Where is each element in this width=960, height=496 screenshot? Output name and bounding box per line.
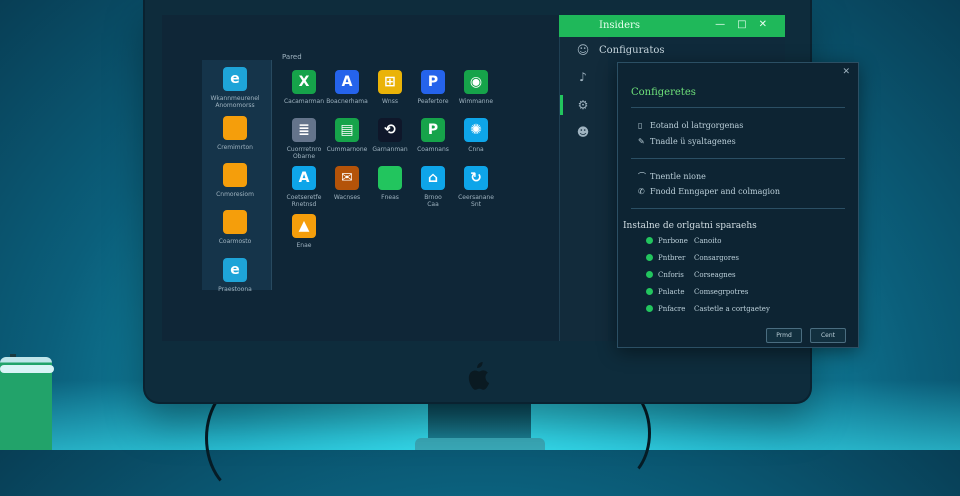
pinned-app-tile[interactable]: Cremimrton [199,116,271,151]
folder-user-icon [223,163,247,187]
divider [631,158,845,159]
edge-icon: e [223,258,247,282]
tile-label: Cnmoresiom [216,191,254,198]
configuration-dialog: ✕ Configeretes ▯ Eotand ol latrgorgenas ✎… [617,62,859,348]
divider [631,208,845,209]
checklist-item[interactable]: Pntbrer Consargores [646,254,739,262]
dialog-close-icon[interactable]: ✕ [842,67,850,77]
app-tile[interactable]: ↻ Ceersanane Snt [440,166,512,208]
tile-label: Ceersanane Snt [458,194,494,208]
checklist-item-value: Castetle a cortgaetey [694,305,770,313]
section-label: Pared [282,53,302,61]
voice-icon[interactable]: ♪ [575,70,591,86]
pen-icon: ✎ [638,137,645,146]
checklist-item-value: Consargores [694,254,739,262]
settings-icon: ✺ [464,118,488,142]
checklist-item-value: Comsegrpotres [694,288,749,296]
check-icon [646,237,653,244]
option-row[interactable]: ✎ Tnadle ü syaltagenes [638,137,736,146]
checklist-item-key: Cnforis [658,271,684,279]
start-panel: Pared e Wkannmeurenel Anomomorss Cremimrto… [162,15,559,341]
nav-strip: ☺ ♪ ⚙ ☻ [559,15,608,341]
file-icon: ▯ [638,121,643,130]
sync-icon: ↻ [464,166,488,190]
checklist-item[interactable]: Pnlacte Comsegrpotres [646,288,748,296]
pinned-app-tile[interactable]: e Praestoona [199,258,271,293]
app-tile[interactable]: ◉ Wimmanne [440,70,512,105]
checklist-item[interactable]: Cnforis Corseagnes [646,271,736,279]
chrome-icon: ◉ [464,70,488,94]
check-icon [646,254,653,261]
divider [631,107,845,108]
tile-label: Wimmanne [458,98,494,105]
apple-logo-icon [468,362,490,390]
folder-icon [223,116,247,140]
ie-icon: e [223,67,247,91]
close-button[interactable]: ✕ [759,19,779,30]
tile-label: Coarmosto [218,238,252,245]
cup-lid [0,365,54,373]
tile-label: Praestoona [218,286,252,293]
cancel-button[interactable]: Cent [810,328,846,343]
pinned-app-tile[interactable]: Cnmoresiom [199,163,271,198]
dialog-title: Configeretes [631,87,696,98]
primary-button[interactable]: Prmd [766,328,802,343]
monitor-stand-base [415,438,545,450]
checklist-title: Instalne de orlgatni sparaehs [623,221,757,231]
app-tile[interactable]: ▲ Enae [268,214,340,249]
maximize-button[interactable]: □ [737,19,758,30]
tile-label: Wkannmeurenel Anomomorss [210,95,260,109]
checklist-item-key: Pnlacte [658,288,685,296]
checklist-item-value: Corseagnes [694,271,736,279]
insiders-title: Insiders [599,20,640,31]
window-controls[interactable]: —□✕ [715,19,779,30]
insiders-titlebar: Insiders —□✕ [559,15,785,37]
fingerprint-icon: ⌒ [638,172,646,181]
checklist-item-key: Pnfacre [658,305,686,313]
tile-label: Enae [296,242,312,249]
minimize-button[interactable]: — [715,19,737,30]
checklist-item-key: Pntbrer [658,254,686,262]
pinned-app-tile[interactable]: Coarmosto [199,210,271,245]
security-icon[interactable]: ⚙ [575,98,591,114]
drive-icon: ▲ [292,214,316,238]
checklist-item[interactable]: Pnfacre Castetle a cortgaetey [646,305,770,313]
app-tile[interactable]: ✺ Cnna [440,118,512,153]
check-icon [646,271,653,278]
checklist-item[interactable]: Pnrbone Canoito [646,237,722,245]
pinned-app-tile[interactable]: e Wkannmeurenel Anomomorss [199,67,271,109]
nav-active-indicator [560,95,563,115]
option-row[interactable]: ✆ Fnodd Enngaper and colmagion [638,187,780,196]
checklist-item-value: Canoito [694,237,722,245]
emoji-icon[interactable]: ☺ [575,43,591,59]
option-row[interactable]: ▯ Eotand ol latrgorgenas [638,121,743,130]
option-row[interactable]: ⌒ Tnentle nione [638,171,706,182]
folder-icon [223,210,247,234]
checklist-item-key: Pnrbone [658,237,688,245]
tile-label: Cnna [468,146,484,153]
check-icon [646,288,653,295]
configuration-header: Configuratos [599,45,665,56]
check-icon [646,305,653,312]
privacy-icon[interactable]: ☻ [575,125,591,141]
tile-label: Cremimrton [217,144,253,151]
monitor-chin [145,350,810,402]
phone-icon: ✆ [638,187,645,196]
